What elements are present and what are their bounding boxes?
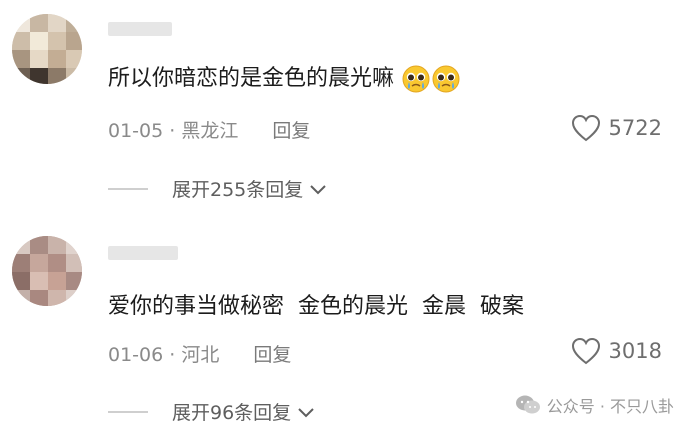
comment-text: 所以你暗恋的是金色的晨光嘛	[108, 64, 461, 94]
heart-icon	[571, 337, 600, 365]
watermark-text: 公众号 · 不只八卦	[546, 397, 674, 416]
expand-replies-label: 展开96条回复	[172, 402, 292, 424]
comment-meta: 01-05 · 黑龙江 回复	[108, 116, 310, 143]
divider	[108, 410, 148, 413]
like-button[interactable]: 3018	[571, 337, 662, 365]
pleading-face-icon	[432, 65, 460, 93]
expand-replies-label: 展开255条回复	[172, 179, 304, 201]
expand-replies[interactable]: 展开96条回复	[108, 398, 315, 425]
avatar[interactable]	[12, 236, 82, 306]
comment-meta: 01-06 · 河北 回复	[108, 340, 291, 367]
comment-text-content: 爱你的事当做秘密 金色的晨光 金晨 破案	[108, 294, 524, 319]
watermark: 公众号 · 不只八卦	[515, 393, 674, 417]
comment-text-content: 所以你暗恋的是金色的晨光嘛	[108, 66, 395, 91]
divider	[108, 187, 148, 190]
reply-button[interactable]: 回复	[272, 120, 310, 142]
wechat-icon	[515, 395, 540, 414]
like-count: 5722	[608, 116, 662, 140]
like-button[interactable]: 5722	[571, 114, 662, 142]
comment-location: 黑龙江	[181, 120, 239, 142]
comment-date: 01-06	[108, 344, 164, 366]
username-blurred[interactable]	[108, 246, 178, 260]
comment-date: 01-05	[108, 120, 164, 142]
comment-location: 河北	[181, 344, 220, 366]
reply-button[interactable]: 回复	[253, 344, 291, 366]
chevron-down-icon	[310, 184, 326, 194]
username-blurred[interactable]	[108, 22, 172, 36]
chevron-down-icon	[298, 407, 314, 417]
expand-replies[interactable]: 展开255条回复	[108, 175, 327, 202]
heart-icon	[571, 114, 600, 142]
separator-dot: ·	[169, 344, 182, 366]
pleading-face-icon	[402, 65, 430, 93]
avatar[interactable]	[12, 14, 82, 84]
separator-dot: ·	[169, 120, 182, 142]
like-count: 3018	[608, 339, 662, 363]
comment-text: 爱你的事当做秘密 金色的晨光 金晨 破案	[108, 292, 524, 322]
